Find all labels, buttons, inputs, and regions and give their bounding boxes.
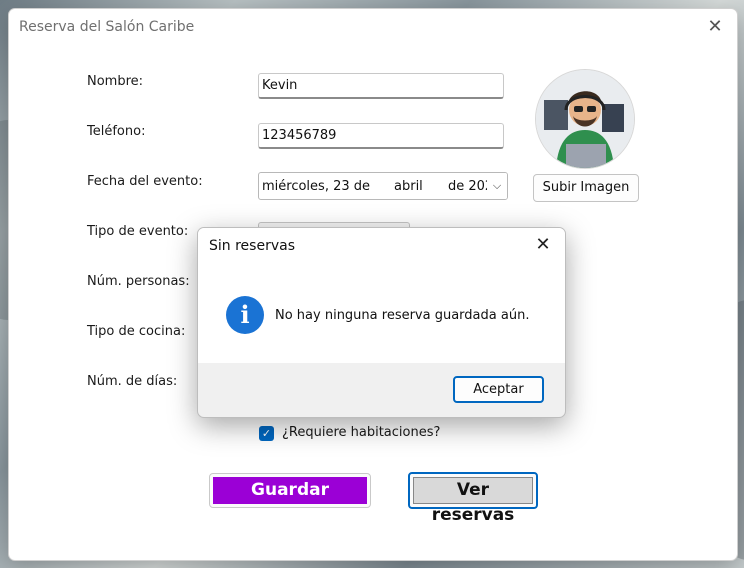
label-fecha: Fecha del evento: — [87, 174, 203, 189]
accept-button[interactable]: Aceptar — [453, 376, 544, 403]
dialog-close-icon[interactable]: ✕ — [533, 234, 553, 255]
nombre-input[interactable]: Kevin — [258, 73, 504, 99]
fecha-day-part: miércoles, 23 de — [262, 179, 371, 194]
dialog-body: Sin reservas ✕ i No hay ninguna reserva … — [198, 228, 565, 363]
telefono-input[interactable]: 123456789 — [258, 123, 504, 149]
label-telefono: Teléfono: — [87, 124, 146, 139]
info-icon: i — [226, 296, 264, 334]
window-close-icon[interactable]: ✕ — [705, 17, 725, 37]
requiere-habitaciones-label[interactable]: ¿Requiere habitaciones? — [282, 425, 440, 440]
upload-image-button[interactable]: Subir Imagen — [533, 174, 639, 202]
label-num-dias: Núm. de días: — [87, 374, 178, 389]
requiere-habitaciones-checkbox[interactable]: ✓ — [259, 426, 274, 441]
save-reservation-button[interactable]: Guardar reserva — [209, 473, 371, 527]
save-reservation-label: Guardar reserva — [213, 477, 367, 527]
label-nombre: Nombre: — [87, 74, 144, 89]
dialog-message: No hay ninguna reserva guardada aún. — [275, 308, 530, 323]
fecha-datepicker[interactable]: miércoles, 23 de abril de 202 ⌵ — [258, 172, 508, 200]
avatar-image — [536, 70, 634, 168]
label-tipo-evento: Tipo de evento: — [87, 224, 189, 239]
label-num-personas: Núm. personas: — [87, 274, 190, 289]
avatar — [535, 69, 635, 169]
dialog-title: Sin reservas — [209, 238, 295, 254]
fecha-month-part: abril — [394, 179, 423, 194]
label-tipo-cocina: Tipo de cocina: — [87, 324, 186, 339]
no-reservations-dialog: Sin reservas ✕ i No hay ninguna reserva … — [197, 227, 566, 418]
window-title: Reserva del Salón Caribe — [19, 19, 195, 35]
view-reservations-button[interactable]: Ver reservas — [408, 472, 538, 525]
chevron-down-icon[interactable]: ⌵ — [487, 173, 507, 199]
view-reservations-label: Ver reservas — [413, 477, 533, 525]
